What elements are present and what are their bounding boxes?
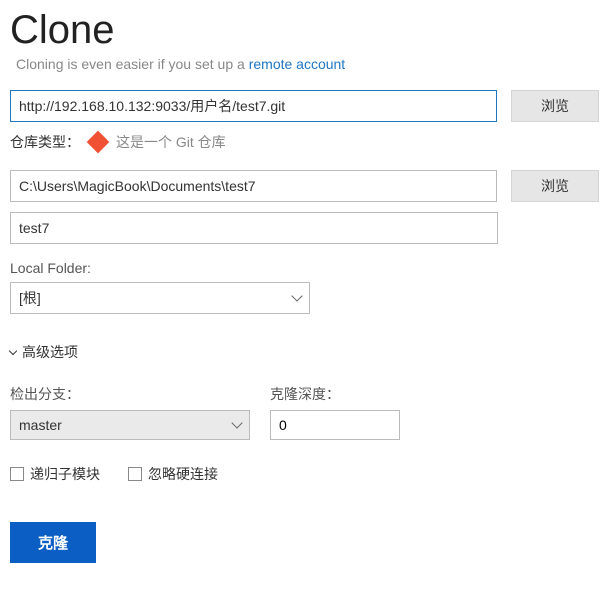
browse-destination-button[interactable]: 浏览 [511, 170, 599, 202]
local-folder-selected: [根] [19, 288, 41, 308]
repo-type-text: 这是一个 Git 仓库 [116, 132, 226, 152]
chevron-down-icon [231, 417, 242, 428]
checkout-branch-select[interactable]: master [10, 410, 250, 440]
checkbox-icon [10, 467, 24, 481]
advanced-options-label: 高级选项 [22, 342, 78, 362]
recurse-submodules-checkbox[interactable]: 递归子模块 [10, 464, 100, 484]
remote-account-link[interactable]: remote account [249, 56, 346, 72]
page-title: Clone [10, 8, 599, 52]
clone-button[interactable]: 克隆 [10, 522, 96, 563]
repo-type-label: 仓库类型： [10, 132, 80, 152]
clone-depth-label: 克隆深度： [270, 384, 400, 404]
local-folder-label: Local Folder: [10, 260, 599, 276]
name-input[interactable] [10, 212, 498, 244]
advanced-options-toggle[interactable]: 高级选项 [10, 342, 599, 362]
subtitle: Cloning is even easier if you set up a r… [10, 56, 599, 72]
repo-type-row: 仓库类型： 这是一个 Git 仓库 [10, 132, 599, 152]
browse-source-button[interactable]: 浏览 [511, 90, 599, 122]
no-hardlinks-label: 忽略硬连接 [148, 464, 218, 484]
clone-depth-input[interactable] [270, 410, 400, 440]
subtitle-text: Cloning is even easier if you set up a [16, 56, 249, 72]
destination-path-input[interactable] [10, 170, 497, 202]
checkbox-icon [128, 467, 142, 481]
no-hardlinks-checkbox[interactable]: 忽略硬连接 [128, 464, 218, 484]
recurse-submodules-label: 递归子模块 [30, 464, 100, 484]
checkout-branch-label: 检出分支： [10, 384, 250, 404]
checkout-branch-selected: master [19, 417, 62, 433]
local-folder-select[interactable]: [根] [10, 282, 310, 314]
chevron-down-icon [9, 346, 17, 354]
git-icon [87, 131, 110, 154]
chevron-down-icon [291, 290, 302, 301]
source-url-input[interactable] [10, 90, 497, 122]
